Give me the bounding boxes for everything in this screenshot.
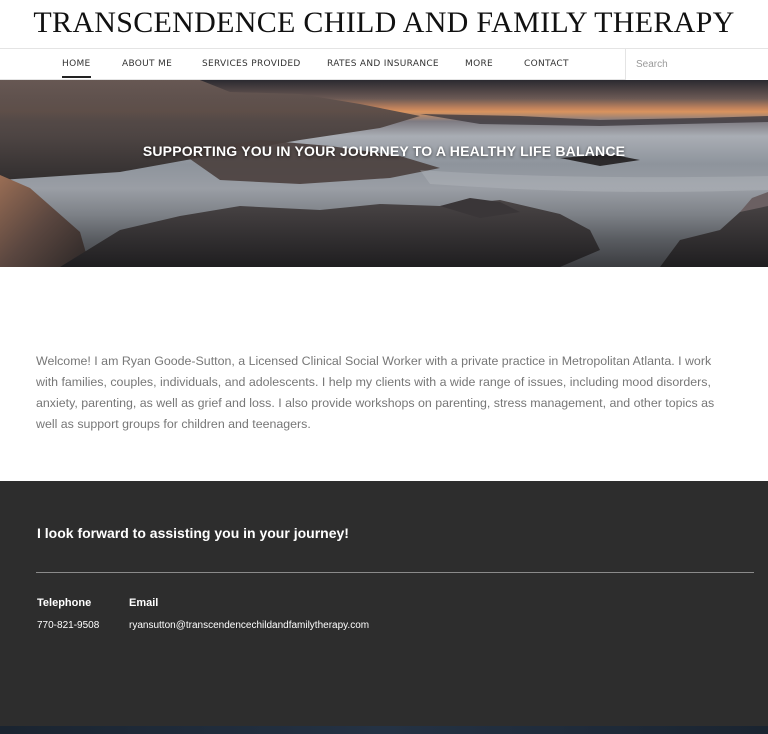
hero-tagline: SUPPORTING YOU IN YOUR JOURNEY TO A HEAL… [142, 143, 626, 159]
nav-item-more[interactable]: MORE [465, 49, 493, 80]
nav-item-about-me[interactable]: ABOUT ME [122, 49, 172, 80]
telephone-link[interactable]: 770-821-9508 [37, 620, 99, 631]
nav-item-rates-and-insurance[interactable]: RATES AND INSURANCE [327, 49, 439, 80]
footer-heading: I look forward to assisting you in your … [37, 525, 349, 541]
main-nav: HOME ABOUT ME SERVICES PROVIDED RATES AN… [0, 48, 768, 80]
nav-item-services-provided[interactable]: SERVICES PROVIDED [202, 49, 301, 80]
bottom-image-strip [0, 726, 768, 734]
nav-item-home[interactable]: HOME [62, 49, 91, 80]
hero-banner: SUPPORTING YOU IN YOUR JOURNEY TO A HEAL… [0, 80, 768, 267]
email-label: Email [129, 597, 159, 609]
footer: I look forward to assisting you in your … [0, 481, 768, 726]
intro-paragraph: Welcome! I am Ryan Goode-Sutton, a Licen… [36, 354, 715, 431]
email-link[interactable]: ryansutton@transcendencechildandfamilyth… [129, 620, 369, 631]
hero-landscape-image [0, 80, 768, 267]
nav-item-contact[interactable]: CONTACT [524, 49, 569, 80]
search-input[interactable] [626, 49, 768, 80]
search-box [625, 49, 768, 80]
telephone-label: Telephone [37, 597, 92, 609]
site-title: TRANSCENDENCE CHILD AND FAMILY THERAPY [33, 6, 735, 39]
footer-divider [36, 572, 754, 573]
